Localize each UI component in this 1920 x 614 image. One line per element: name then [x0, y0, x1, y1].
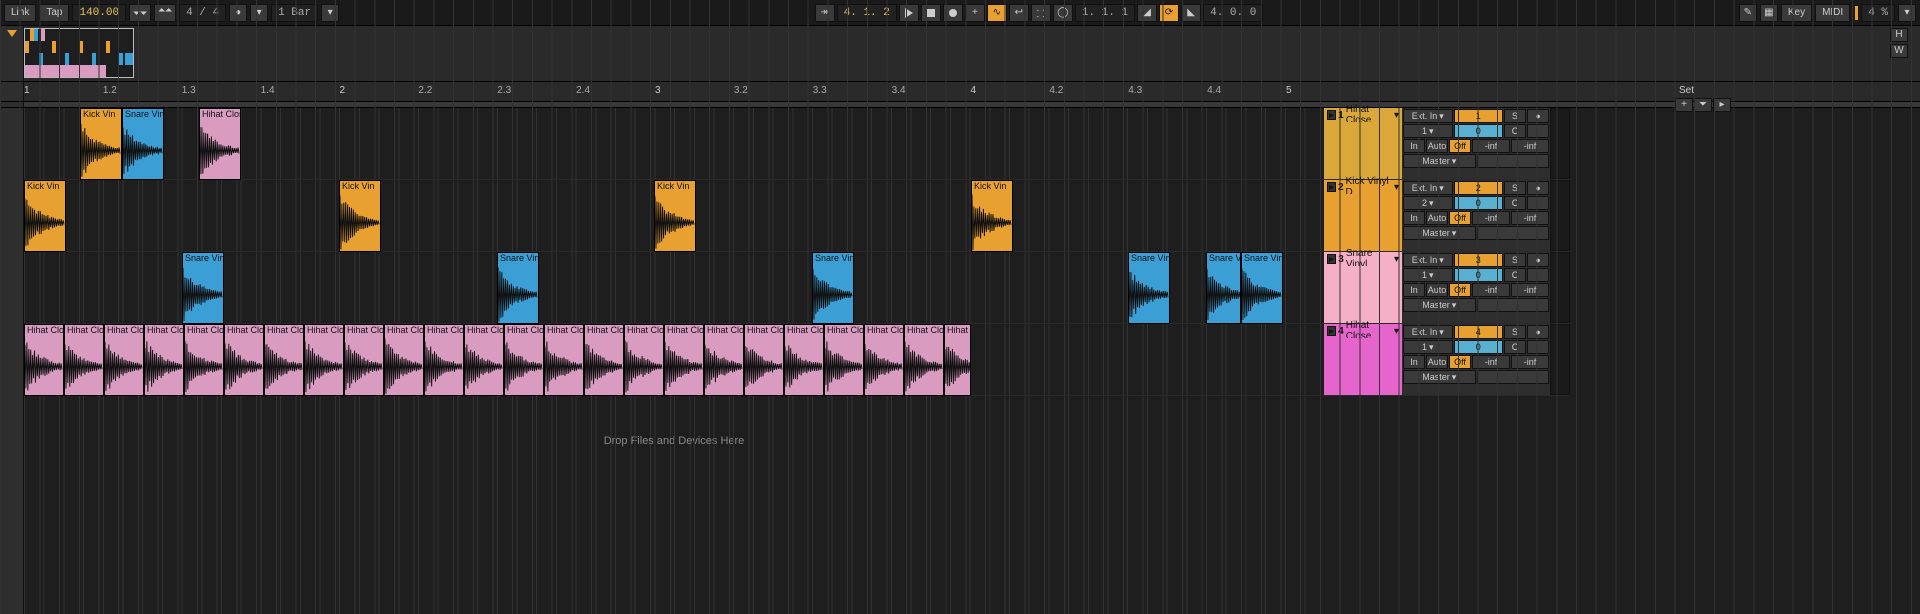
audio-clip[interactable]: Snare Vinyl	[812, 252, 854, 324]
audio-clip[interactable]: Hihat Clo	[744, 324, 784, 396]
audio-clip[interactable]: Hihat Clo	[944, 324, 971, 396]
clip-title: Hihat Clo	[425, 325, 463, 336]
clip-title: Kick Vin	[81, 109, 121, 120]
clip-title: Hihat Clo	[705, 325, 743, 336]
clip-title: Kick Vin	[25, 181, 65, 192]
audio-clip[interactable]: Hihat Clo	[824, 324, 864, 396]
track-row[interactable]: Kick Vin Kick Vin Kick Vin Kick Vin	[24, 180, 1324, 252]
audio-clip[interactable]: Snare Vinyl	[1128, 252, 1170, 324]
clip-title: Snare Vinyl	[123, 109, 163, 120]
clip-title: Hihat Clo	[385, 325, 423, 336]
audio-clip[interactable]: Snare Vinyl	[1241, 252, 1283, 324]
audio-clip[interactable]: Hihat Clo	[784, 324, 824, 396]
clip-title: Snare Vinyl	[1129, 253, 1169, 264]
track-row[interactable]: Hihat CloHihat CloHihat CloHihat CloHiha…	[24, 324, 1324, 396]
clip-title: Kick Vin	[340, 181, 380, 192]
audio-clip[interactable]: Hihat Clo	[304, 324, 344, 396]
audio-clip[interactable]: Hihat Clo	[104, 324, 144, 396]
clip-title: Hihat Clo	[225, 325, 263, 336]
clip-title: Snare Vinyl	[813, 253, 853, 264]
track-row[interactable]: Kick VinSnare Vinyl Hihat Close	[24, 108, 1324, 180]
clip-title: Snare Vinyl	[498, 253, 538, 264]
clip-title: Snare Vinyl	[1242, 253, 1282, 264]
audio-clip[interactable]: Kick Vin	[339, 180, 381, 252]
audio-clip[interactable]: Hihat Clo	[624, 324, 664, 396]
audio-clip[interactable]: Kick Vin	[80, 108, 122, 180]
clip-title: Hihat Clo	[745, 325, 783, 336]
audio-clip[interactable]: Snare Vinyl	[182, 252, 224, 324]
track-row[interactable]: Snare VinylSnare VinylSnare VinylSnare V…	[24, 252, 1324, 324]
clip-title: Hihat Clo	[625, 325, 663, 336]
audio-clip[interactable]: Hihat Close	[199, 108, 241, 180]
audio-clip[interactable]: Hihat Clo	[864, 324, 904, 396]
clip-title: Kick Vin	[972, 181, 1012, 192]
clip-title: Hihat Clo	[65, 325, 103, 336]
audio-clip[interactable]: Snare Vinyl	[497, 252, 539, 324]
audio-clip[interactable]: Kick Vin	[654, 180, 696, 252]
audio-clip[interactable]: Hihat Clo	[224, 324, 264, 396]
clip-title: Hihat Clo	[545, 325, 583, 336]
audio-clip[interactable]: Hihat Clo	[344, 324, 384, 396]
audio-clip[interactable]: Snare Vin	[1206, 252, 1241, 324]
clip-title: Hihat Close	[200, 109, 240, 120]
audio-clip[interactable]: Hihat Clo	[544, 324, 584, 396]
audio-clip[interactable]: Hihat Clo	[64, 324, 104, 396]
clip-title: Hihat Clo	[505, 325, 543, 336]
audio-clip[interactable]: Hihat Clo	[424, 324, 464, 396]
audio-clip[interactable]: Snare Vinyl	[122, 108, 164, 180]
clip-title: Hihat Clo	[465, 325, 503, 336]
audio-clip[interactable]: Hihat Clo	[704, 324, 744, 396]
audio-clip[interactable]: Kick Vin	[971, 180, 1013, 252]
clip-title: Kick Vin	[655, 181, 695, 192]
clip-title: Hihat Clo	[185, 325, 223, 336]
clip-title: Hihat Clo	[945, 325, 970, 336]
clip-title: Hihat Clo	[785, 325, 823, 336]
audio-clip[interactable]: Hihat Clo	[184, 324, 224, 396]
audio-clip[interactable]: Hihat Clo	[464, 324, 504, 396]
audio-clip[interactable]: Hihat Clo	[144, 324, 184, 396]
audio-clip[interactable]: Hihat Clo	[384, 324, 424, 396]
clip-title: Hihat Clo	[665, 325, 703, 336]
clip-title: Hihat Clo	[865, 325, 903, 336]
clip-title: Hihat Clo	[305, 325, 343, 336]
clip-title: Hihat Clo	[145, 325, 183, 336]
audio-clip[interactable]: Kick Vin	[24, 180, 66, 252]
clip-title: Hihat Clo	[825, 325, 863, 336]
clip-title: Hihat Clo	[905, 325, 943, 336]
clip-title: Hihat Clo	[105, 325, 143, 336]
clip-title: Hihat Clo	[265, 325, 303, 336]
audio-clip[interactable]: Hihat Clo	[584, 324, 624, 396]
clip-title: Hihat Clo	[25, 325, 63, 336]
audio-clip[interactable]: Hihat Clo	[24, 324, 64, 396]
clip-title: Hihat Clo	[345, 325, 383, 336]
clip-title: Snare Vinyl	[183, 253, 223, 264]
audio-clip[interactable]: Hihat Clo	[504, 324, 544, 396]
audio-clip[interactable]: Hihat Clo	[664, 324, 704, 396]
audio-clip[interactable]: Hihat Clo	[264, 324, 304, 396]
clip-title: Hihat Clo	[585, 325, 623, 336]
audio-clip[interactable]: Hihat Clo	[904, 324, 944, 396]
clip-title: Snare Vin	[1207, 253, 1240, 264]
